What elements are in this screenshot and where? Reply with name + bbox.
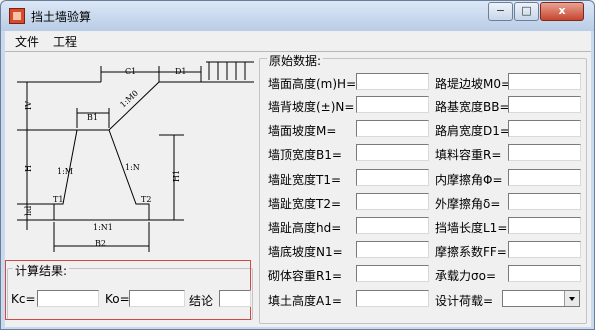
minimize-icon: − bbox=[495, 4, 506, 17]
field-label-b1: 墙顶宽度B1= bbox=[268, 148, 342, 162]
field-input-bb[interactable] bbox=[508, 96, 581, 113]
kc-label: Kc= bbox=[11, 292, 36, 306]
field-input-t2[interactable] bbox=[356, 193, 429, 210]
label-n1: 1:N1 bbox=[93, 223, 113, 232]
field-label-n1: 墙底坡度N1= bbox=[268, 245, 343, 259]
label-n: 1:N bbox=[125, 163, 140, 172]
field-label-sigma: 承载力σo= bbox=[435, 269, 497, 283]
field-label-t2: 墙趾宽度T2= bbox=[268, 197, 342, 211]
field-input-sigma[interactable] bbox=[508, 265, 581, 282]
maximize-button[interactable]: □ bbox=[514, 2, 539, 21]
menu-project[interactable]: 工程 bbox=[53, 33, 77, 50]
field-label-t1: 墙趾宽度T1= bbox=[268, 173, 342, 187]
label-h: H bbox=[24, 165, 33, 172]
field-input-l1[interactable] bbox=[508, 217, 581, 234]
field-label-bb: 路基宽度BB= bbox=[435, 100, 510, 114]
field-label-r1: 砌体容重R1= bbox=[268, 269, 343, 283]
title-bar: 挡土墙验算 − □ x bbox=[1, 1, 594, 31]
field-label-n: 墙背坡度(±)N= bbox=[268, 100, 355, 114]
label-b1: B1 bbox=[87, 113, 98, 122]
field-input-phi[interactable] bbox=[508, 169, 581, 186]
close-icon: x bbox=[558, 4, 566, 17]
close-button[interactable]: x bbox=[540, 2, 584, 21]
label-m0: 1:M0 bbox=[118, 89, 140, 110]
ko-input[interactable] bbox=[129, 290, 185, 307]
field-label-l1: 挡墙长度L1= bbox=[435, 221, 508, 235]
field-input-delta[interactable] bbox=[508, 193, 581, 210]
app-icon bbox=[9, 8, 25, 24]
field-label-d1: 路肩宽度D1= bbox=[435, 124, 510, 138]
window-title: 挡土墙验算 bbox=[31, 10, 92, 24]
field-input-n1[interactable] bbox=[356, 241, 429, 258]
minimize-button[interactable]: − bbox=[488, 2, 513, 21]
design-load-select[interactable] bbox=[502, 290, 580, 307]
field-input-h[interactable] bbox=[356, 73, 429, 90]
field-label-r: 填料容重R= bbox=[435, 148, 502, 162]
label-hd: hd bbox=[24, 206, 33, 216]
label-iv: IV bbox=[24, 101, 33, 110]
field-input-a1[interactable] bbox=[356, 290, 429, 307]
field-label-ff: 摩擦系数FF= bbox=[435, 245, 507, 259]
results-legend: 计算结果: bbox=[13, 262, 70, 279]
field-input-b1[interactable] bbox=[356, 144, 429, 161]
field-label-h: 墙面高度(m)H= bbox=[268, 77, 357, 91]
field-label-load: 设计荷载= bbox=[435, 294, 494, 308]
field-input-m0[interactable] bbox=[508, 73, 581, 90]
label-d1: D1 bbox=[175, 67, 187, 76]
field-input-n[interactable] bbox=[356, 96, 429, 113]
field-input-t1[interactable] bbox=[356, 169, 429, 186]
menu-bar: 文件 工程 bbox=[5, 31, 591, 51]
menu-file[interactable]: 文件 bbox=[15, 33, 39, 50]
maximize-icon: □ bbox=[521, 4, 532, 17]
label-t1: T1 bbox=[53, 195, 63, 204]
conclusion-label: 结论 bbox=[189, 294, 214, 308]
field-label-a1: 填土高度A1= bbox=[268, 294, 342, 308]
raw-data-legend: 原始数据: bbox=[267, 52, 324, 69]
ko-label: Ko= bbox=[105, 292, 130, 306]
conclusion-input[interactable] bbox=[219, 290, 251, 307]
field-input-hd[interactable] bbox=[356, 217, 429, 234]
kc-input[interactable] bbox=[37, 290, 99, 307]
field-label-delta: 外摩擦角δ= bbox=[435, 197, 501, 211]
field-input-ff[interactable] bbox=[508, 241, 581, 258]
client-area: C1 D1 1:M0 B1 IV H 1:M 1:N H1 T1 T2 hd 1… bbox=[5, 51, 591, 327]
label-h1: H1 bbox=[172, 170, 181, 182]
label-m: 1:M bbox=[57, 167, 73, 176]
field-label-phi: 内摩擦角Φ= bbox=[435, 173, 503, 187]
field-input-r[interactable] bbox=[508, 144, 581, 161]
field-label-m: 墙面坡度M= bbox=[268, 124, 337, 138]
field-input-r1[interactable] bbox=[356, 265, 429, 282]
label-b2: B2 bbox=[95, 239, 106, 248]
label-t2: T2 bbox=[141, 195, 151, 204]
main-window: 挡土墙验算 − □ x 文件 工程 C1 D1 1:M0 B1 IV H 1:M… bbox=[0, 0, 595, 330]
field-input-d1[interactable] bbox=[508, 120, 581, 137]
label-c1: C1 bbox=[125, 67, 136, 76]
chevron-down-icon[interactable] bbox=[564, 291, 579, 306]
field-input-m[interactable] bbox=[356, 120, 429, 137]
field-label-hd: 墙趾高度hd= bbox=[268, 221, 342, 235]
retaining-wall-diagram: C1 D1 1:M0 B1 IV H 1:M 1:N H1 T1 T2 hd 1… bbox=[17, 61, 254, 252]
field-label-m0: 路堤边坡M0= bbox=[435, 77, 512, 91]
